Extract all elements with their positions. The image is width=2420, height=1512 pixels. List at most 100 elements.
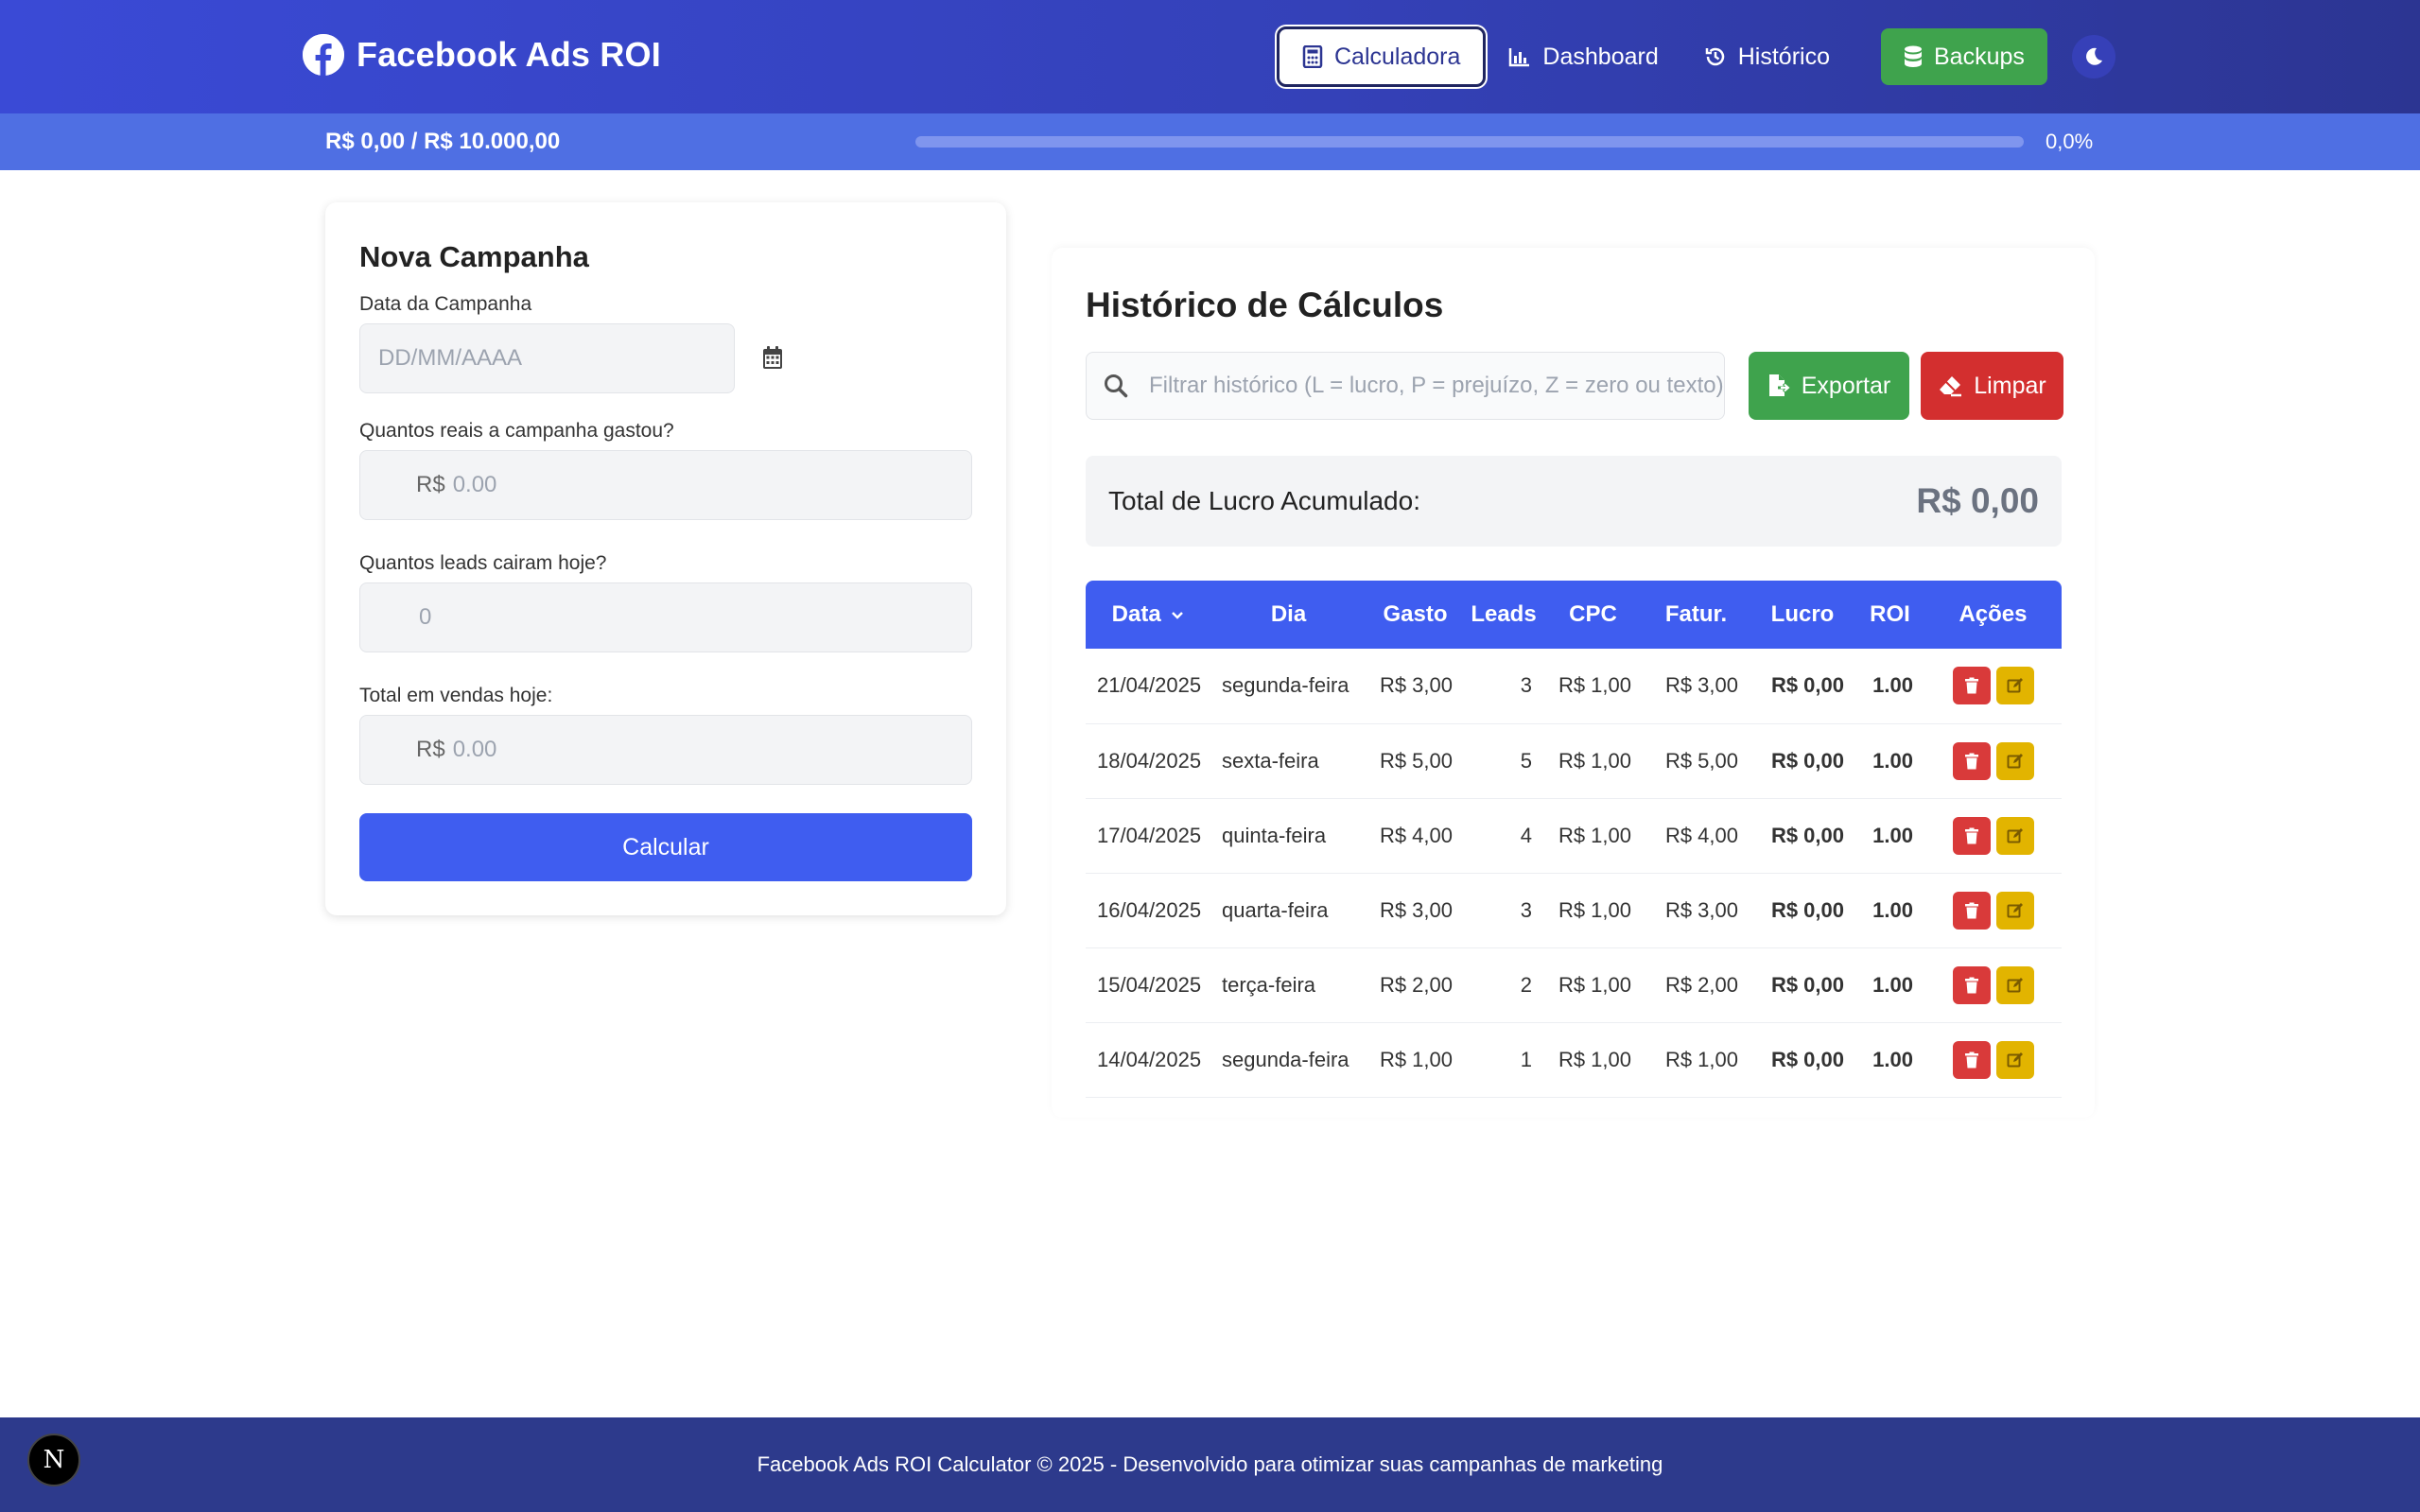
col-header-data[interactable]: Data xyxy=(1086,581,1210,649)
nav-dashboard[interactable]: Dashboard xyxy=(1486,26,1680,87)
leads-label: Quantos leads cairam hoje? xyxy=(359,552,607,574)
cell-cpc: R$ 1,00 xyxy=(1543,798,1643,874)
cell-actions xyxy=(1924,649,2062,724)
nav-historico[interactable]: Histórico xyxy=(1681,26,1853,87)
chevron-down-icon xyxy=(1171,611,1184,620)
cell-actions xyxy=(1924,947,2062,1023)
cell-roi: 1.00 xyxy=(1855,873,1924,948)
cell-data: 16/04/2025 xyxy=(1086,873,1210,948)
table-row: 17/04/2025 quinta-feira R$ 4,00 4 R$ 1,00 R$ … xyxy=(1086,798,2062,874)
edit-row-button[interactable] xyxy=(1995,891,2034,930)
search-placeholder: Filtrar histórico (L = lucro, P = prejuí… xyxy=(1149,373,1724,398)
table-row: 14/04/2025 segunda-feira R$ 1,00 1 R$ 1,00 R$… xyxy=(1086,1022,2062,1098)
edit-row-button[interactable] xyxy=(1995,741,2034,780)
calendar-icon[interactable] xyxy=(762,345,783,370)
cell-fatur: R$ 1,00 xyxy=(1643,1022,1750,1098)
delete-row-button[interactable] xyxy=(1952,1040,1991,1079)
col-header-cpc: CPC xyxy=(1569,601,1617,627)
sales-placeholder: 0.00 xyxy=(452,737,497,762)
nav-calculadora[interactable]: Calculadora xyxy=(1277,26,1487,87)
total-profit-value: R$ 0,00 xyxy=(1916,481,2039,520)
edit-icon xyxy=(2007,977,2024,994)
cell-roi: 1.00 xyxy=(1855,649,1924,724)
top-navbar: Facebook Ads ROI Calculadora Dashboard H… xyxy=(0,0,2420,113)
clear-label: Limpar xyxy=(1974,372,2046,399)
date-label: Data da Campanha xyxy=(359,293,532,315)
nav-dashboard-label: Dashboard xyxy=(1542,43,1659,70)
date-input[interactable]: DD/MM/AAAA xyxy=(359,323,735,393)
export-button[interactable]: Exportar xyxy=(1749,352,1909,420)
cell-lucro: R$ 0,00 xyxy=(1750,873,1855,948)
cell-actions xyxy=(1924,873,2062,948)
cell-data: 14/04/2025 xyxy=(1086,1022,1210,1098)
cell-actions xyxy=(1924,798,2062,874)
delete-row-button[interactable] xyxy=(1952,741,1991,780)
history-table: Data Dia Gasto Leads CPC Fatur. Lucro RO… xyxy=(1086,581,2062,1098)
cell-cpc: R$ 1,00 xyxy=(1543,649,1643,724)
edit-row-button[interactable] xyxy=(1995,1040,2034,1079)
cell-fatur: R$ 2,00 xyxy=(1643,947,1750,1023)
brand[interactable]: Facebook Ads ROI xyxy=(303,34,661,76)
col-header-lucro: Lucro xyxy=(1770,601,1835,627)
leads-input[interactable]: 0 xyxy=(359,582,972,652)
history-title: Histórico de Cálculos xyxy=(1086,286,1444,324)
trash-icon xyxy=(1964,1051,1979,1069)
sales-input[interactable]: R$ 0.00 xyxy=(359,715,972,785)
edit-row-button[interactable] xyxy=(1995,667,2034,705)
col-header-roi: ROI xyxy=(1870,601,1910,627)
cell-cpc: R$ 1,00 xyxy=(1543,1022,1643,1098)
cell-dia: segunda-feira xyxy=(1210,1022,1367,1098)
cell-dia: quarta-feira xyxy=(1210,873,1367,948)
col-header-fatur: Fatur. xyxy=(1664,601,1728,627)
theme-toggle[interactable] xyxy=(2071,35,2115,78)
leads-placeholder: 0 xyxy=(419,604,432,630)
cell-roi: 1.00 xyxy=(1855,723,1924,799)
sales-label: Total em vendas hoje: xyxy=(359,685,553,706)
spent-placeholder: 0.00 xyxy=(452,472,497,497)
cell-gasto: R$ 4,00 xyxy=(1367,798,1464,874)
table-header-row: Data Dia Gasto Leads CPC Fatur. Lucro RO… xyxy=(1086,581,2062,649)
cell-fatur: R$ 3,00 xyxy=(1643,649,1750,724)
col-header-acoes: Ações xyxy=(1959,601,2028,627)
delete-row-button[interactable] xyxy=(1952,891,1991,930)
cell-dia: quinta-feira xyxy=(1210,798,1367,874)
new-campaign-card: Nova Campanha Data da Campanha DD/MM/AAA… xyxy=(325,202,1006,915)
delete-row-button[interactable] xyxy=(1952,965,1991,1004)
eraser-icon xyxy=(1938,374,1962,397)
facebook-icon xyxy=(303,34,344,76)
cell-leads: 2 xyxy=(1464,947,1543,1023)
cell-lucro: R$ 0,00 xyxy=(1750,723,1855,799)
spent-input[interactable]: R$ 0.00 xyxy=(359,450,972,520)
edit-row-button[interactable] xyxy=(1995,965,2034,1004)
trash-icon xyxy=(1964,977,1979,994)
calculate-button[interactable]: Calcular xyxy=(359,813,972,881)
form-title: Nova Campanha xyxy=(359,240,589,273)
col-header-gasto: Gasto xyxy=(1383,601,1448,627)
cell-gasto: R$ 5,00 xyxy=(1367,723,1464,799)
history-icon xyxy=(1704,45,1727,68)
table-row: 15/04/2025 terça-feira R$ 2,00 2 R$ 1,00 R$ 2… xyxy=(1086,947,2062,1023)
nav-historico-label: Histórico xyxy=(1737,43,1830,70)
cell-roi: 1.00 xyxy=(1855,798,1924,874)
goal-progress-strip: R$ 0,00 / R$ 10.000,00 0,0% xyxy=(0,113,2420,170)
cell-leads: 3 xyxy=(1464,649,1543,724)
date-placeholder: DD/MM/AAAA xyxy=(378,345,523,371)
goal-progress-label: R$ 0,00 / R$ 10.000,00 xyxy=(325,129,561,154)
history-search-input[interactable]: Filtrar histórico (L = lucro, P = prejuí… xyxy=(1086,352,1725,420)
delete-row-button[interactable] xyxy=(1952,667,1991,705)
nextjs-dev-badge[interactable]: N xyxy=(27,1434,80,1486)
edit-icon xyxy=(2007,677,2024,694)
cell-leads: 1 xyxy=(1464,1022,1543,1098)
delete-row-button[interactable] xyxy=(1952,816,1991,855)
edit-icon xyxy=(2007,1051,2024,1069)
edit-row-button[interactable] xyxy=(1995,816,2034,855)
backups-button[interactable]: Backups xyxy=(1880,28,2047,85)
cell-dia: terça-feira xyxy=(1210,947,1367,1023)
main-nav: Calculadora Dashboard Histórico Backups xyxy=(1277,26,2115,87)
trash-icon xyxy=(1964,902,1979,919)
clear-button[interactable]: Limpar xyxy=(1921,352,2063,420)
cell-gasto: R$ 1,00 xyxy=(1367,1022,1464,1098)
backups-label: Backups xyxy=(1933,43,2025,70)
spent-label: Quantos reais a campanha gastou? xyxy=(359,420,674,442)
cell-roi: 1.00 xyxy=(1855,947,1924,1023)
